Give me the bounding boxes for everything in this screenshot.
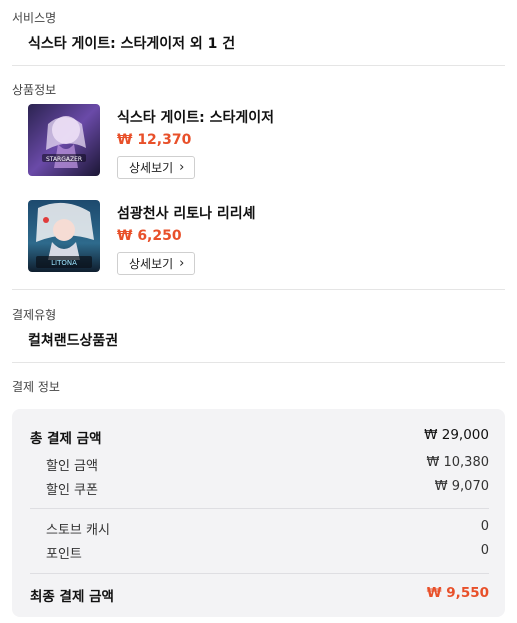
discount-amount-value: ₩ 10,380 [426,455,489,470]
total-amount-value: ₩ 29,000 [424,427,489,443]
payment-type-value: 컬쳐랜드상품권 [28,333,119,349]
stargazer-game-cover-icon[interactable]: STARGAZER [28,104,100,176]
product-item-1: STARGAZER 식스타 게이트: 스타게이저 ₩ 12,370 상세보기 › [28,104,498,179]
coupon-label: 할인 쿠폰 [46,483,98,498]
payment-summary-box: 총 결제 금액 ₩ 29,000 할인 금액 ₩ 10,380 할인 쿠폰 ₩ … [12,409,505,617]
total-amount-label: 총 결제 금액 [30,431,102,447]
total-amount-row: 총 결제 금액 ₩ 29,000 [12,427,505,447]
detail-button[interactable]: 상세보기 › [117,156,196,179]
svg-text:LITONA: LITONA [51,259,77,267]
stove-cash-row: 스토브 캐시 0 [12,519,505,539]
stove-cash-label: 스토브 캐시 [46,523,110,538]
detail-button[interactable]: 상세보기 › [117,252,196,275]
divider [12,362,505,363]
final-amount-label: 최종 결제 금액 [30,589,114,605]
product-title: 식스타 게이트: 스타게이저 [117,110,275,126]
product-price: ₩ 12,370 [117,132,192,148]
stove-cash-value: 0 [480,519,489,534]
discount-amount-row: 할인 금액 ₩ 10,380 [12,455,505,475]
discount-amount-label: 할인 금액 [46,459,98,474]
product-item-2: LITONA 섬광천사 리토나 리리셰 ₩ 6,250 상세보기 › [28,200,498,275]
service-name-value: 식스타 게이트: 스타게이저 외 1 건 [28,36,236,52]
points-value: 0 [480,543,489,558]
payment-info-label: 결제 정보 [12,380,60,394]
detail-button-label: 상세보기 [129,161,174,175]
chevron-right-icon: › [179,256,185,271]
detail-button-label: 상세보기 [129,257,174,271]
points-row: 포인트 0 [12,543,505,563]
product-info-label: 상품정보 [12,83,57,97]
coupon-value: ₩ 9,070 [434,479,489,494]
svg-text:STARGAZER: STARGAZER [46,156,82,163]
payment-type-label: 결제유형 [12,308,57,322]
divider [12,65,505,66]
points-label: 포인트 [46,547,82,562]
final-amount-value: ₩ 9,550 [426,585,489,601]
coupon-row: 할인 쿠폰 ₩ 9,070 [12,479,505,499]
divider [30,573,489,574]
product-title: 섬광천사 리토나 리리셰 [117,206,256,222]
divider [30,508,489,509]
litona-game-cover-icon[interactable]: LITONA [28,200,100,272]
chevron-right-icon: › [179,160,185,175]
final-amount-row: 최종 결제 금액 ₩ 9,550 [12,585,505,605]
divider [12,289,505,290]
service-name-label: 서비스명 [12,11,57,25]
product-price: ₩ 6,250 [117,228,182,244]
